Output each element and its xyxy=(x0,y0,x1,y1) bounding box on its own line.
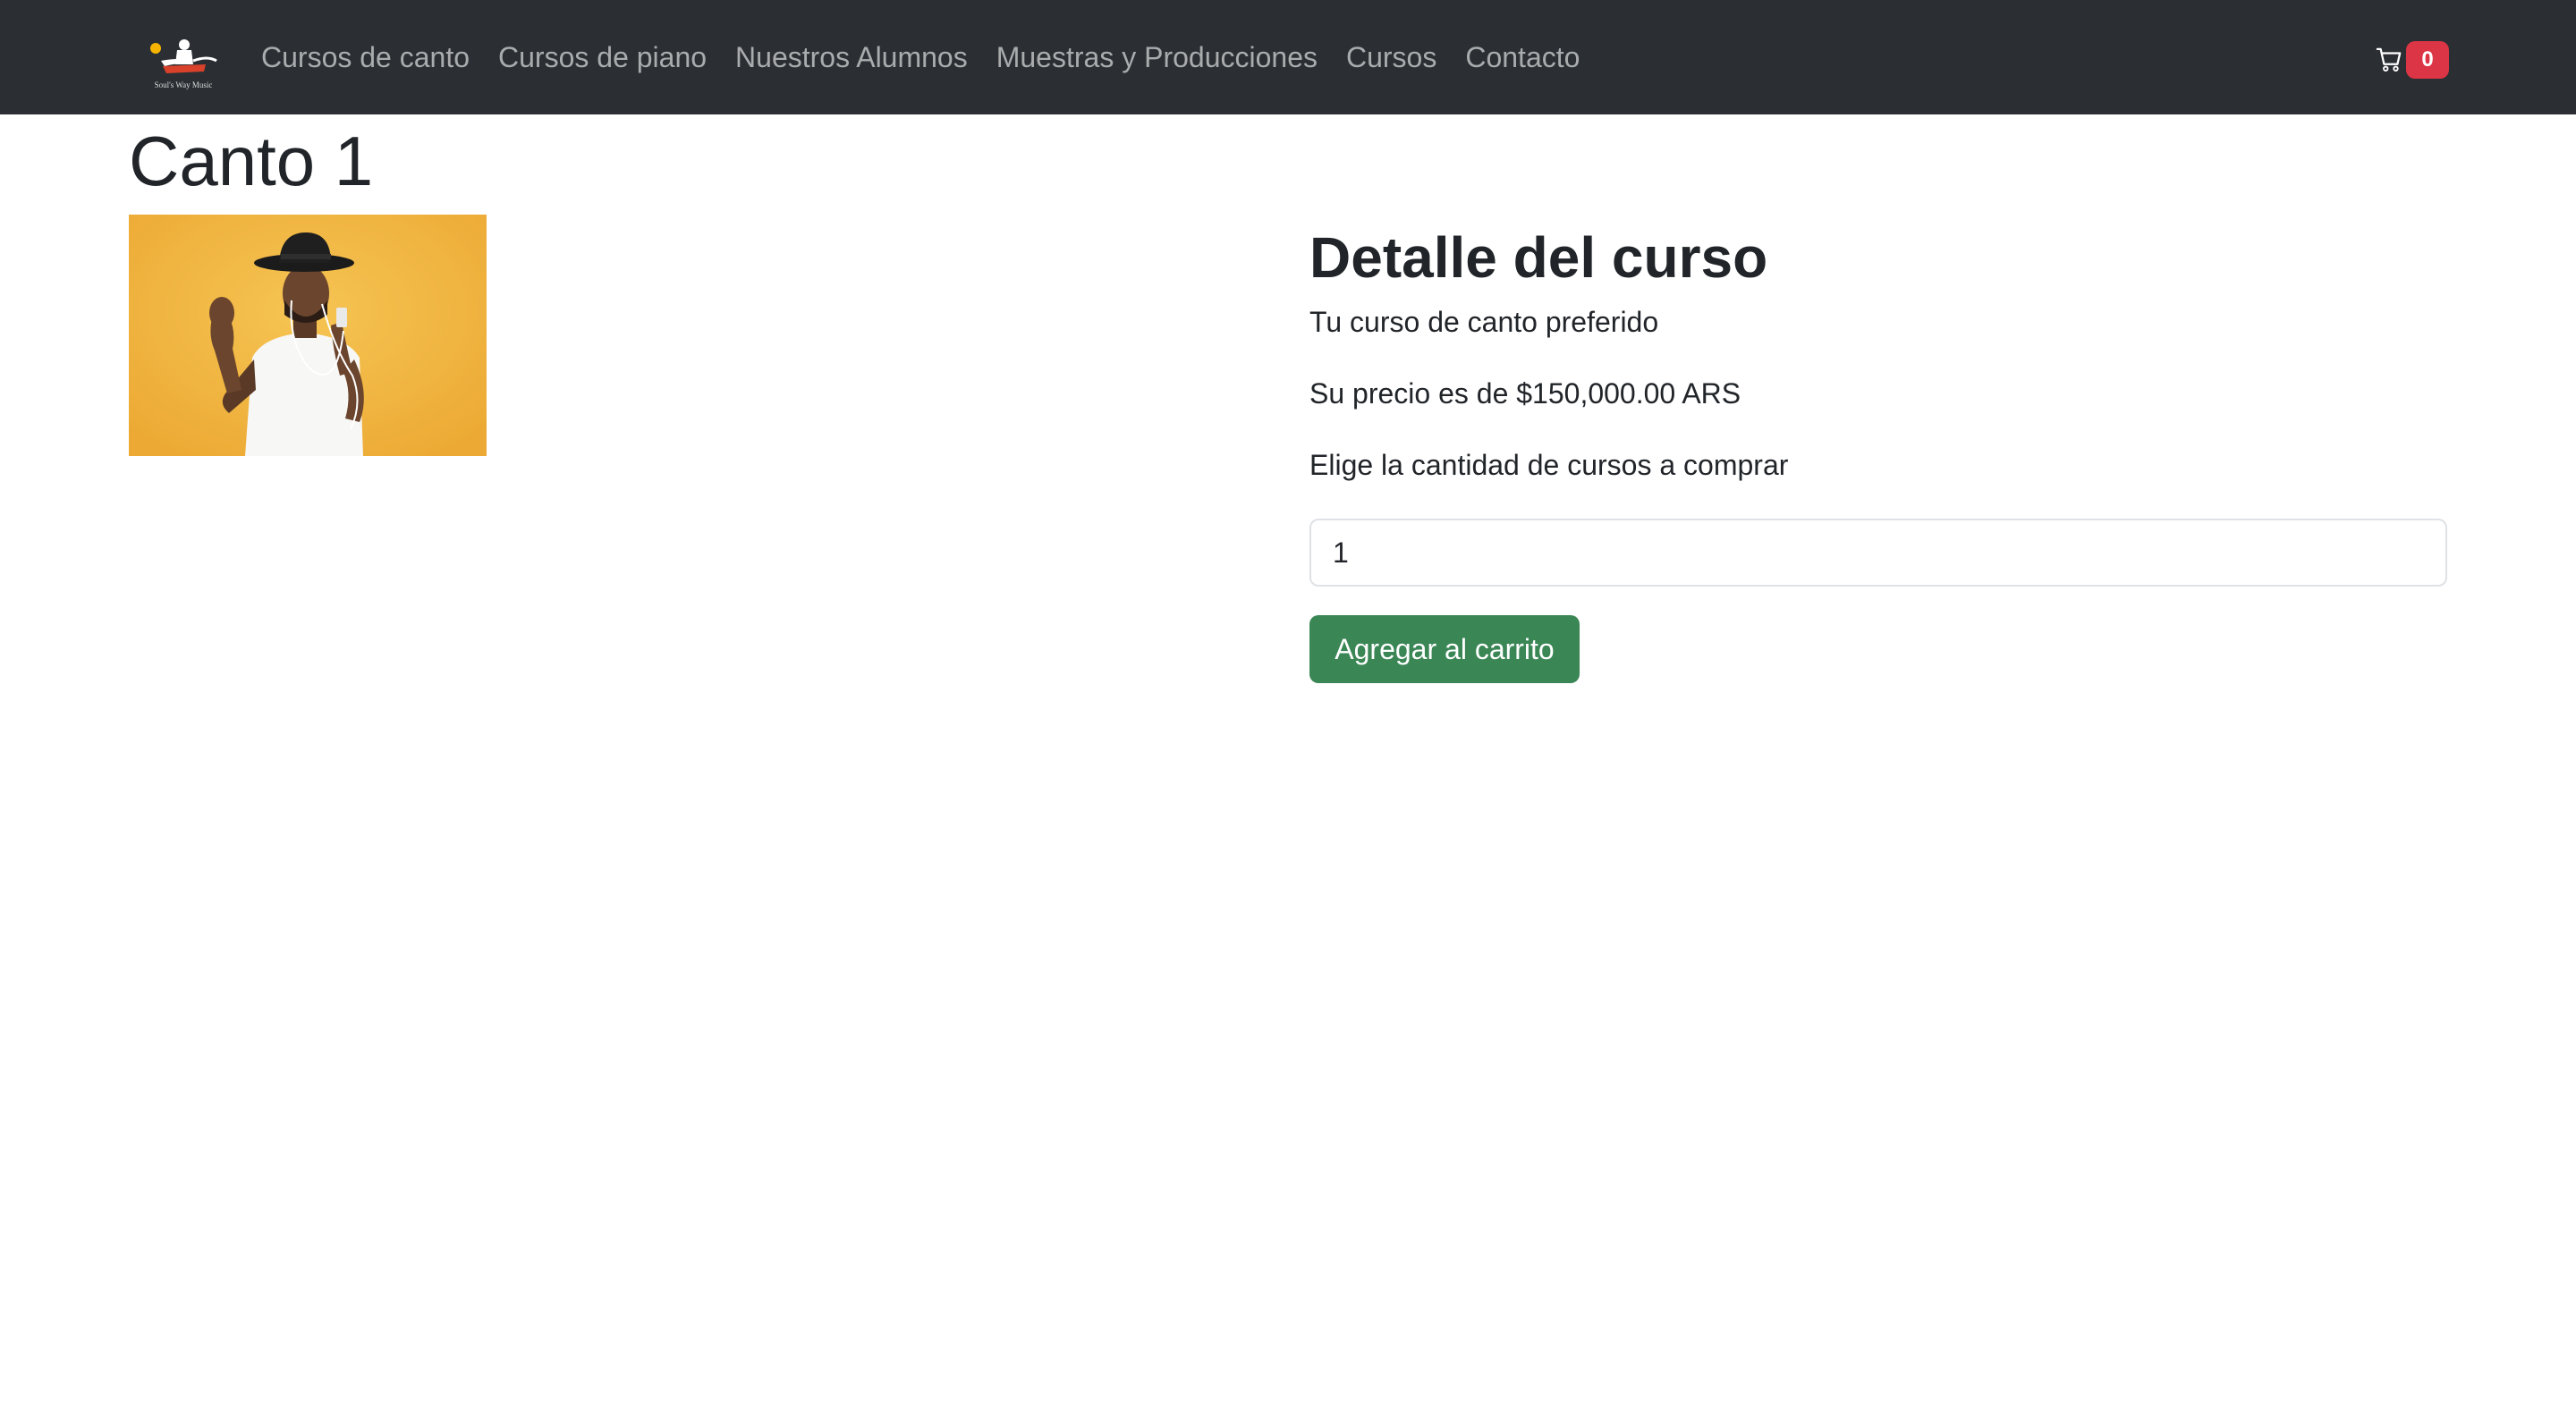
nav-link-cursos-de-canto[interactable]: Cursos de canto xyxy=(261,41,470,74)
nav-links: Cursos de canto Cursos de piano Nuestros… xyxy=(261,0,1608,114)
quantity-label: Elige la cantidad de cursos a comprar xyxy=(1309,449,1789,481)
course-detail: Detalle del curso Tu curso de canto pref… xyxy=(1309,211,2447,683)
brand-logo[interactable]: Soul's Way Music xyxy=(143,34,224,95)
course-description: Tu curso de canto preferido xyxy=(1309,306,1659,338)
navbar: Soul's Way Music Cursos de canto Cursos … xyxy=(0,0,2576,114)
nav-link-contacto[interactable]: Contacto xyxy=(1465,41,1580,74)
page-title: Canto 1 xyxy=(129,122,374,200)
quantity-input[interactable] xyxy=(1309,519,2447,587)
course-image xyxy=(129,215,487,456)
add-to-cart-button[interactable]: Agregar al carrito xyxy=(1309,615,1580,683)
cart-count-badge: 0 xyxy=(2406,41,2449,79)
nav-link-cursos[interactable]: Cursos xyxy=(1346,41,1436,74)
nav-link-muestras-y-producciones[interactable]: Muestras y Producciones xyxy=(996,41,1318,74)
nav-link-nuestros-alumnos[interactable]: Nuestros Alumnos xyxy=(735,41,968,74)
detail-heading: Detalle del curso xyxy=(1309,225,1768,290)
cart-icon xyxy=(2376,47,2402,72)
logo-text: Soul's Way Music xyxy=(155,80,213,89)
course-price: Su precio es de $150,000.00 ARS xyxy=(1309,377,1741,410)
cart-button[interactable]: 0 xyxy=(2376,41,2449,79)
nav-link-cursos-de-piano[interactable]: Cursos de piano xyxy=(498,41,707,74)
